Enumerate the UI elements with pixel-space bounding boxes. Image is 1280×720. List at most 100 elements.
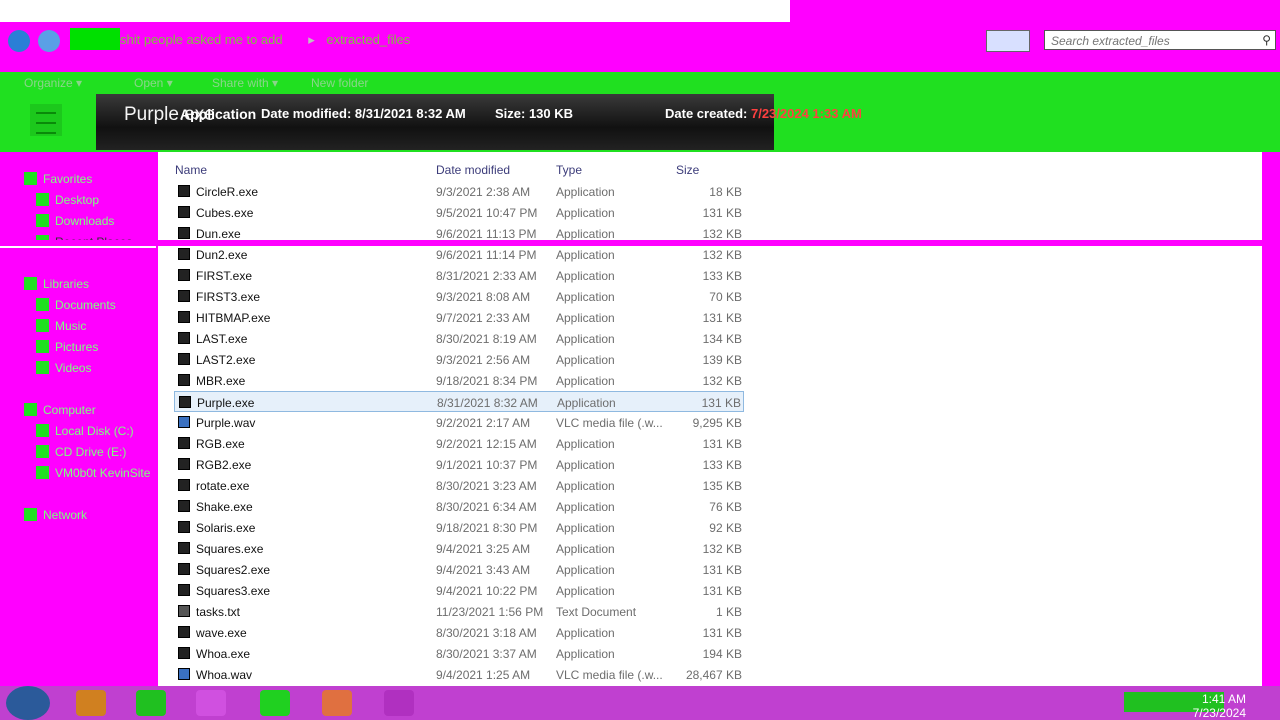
tooltip-date-modified: Date modified: 8/31/2021 8:32 AM <box>261 106 466 121</box>
sidebar-item-local-disk[interactable]: Local Disk (C:) <box>36 424 134 442</box>
file-size: 70 KB <box>709 290 742 304</box>
file-type: Application <box>556 563 615 577</box>
tooltip-type: Application <box>180 106 257 122</box>
table-row[interactable]: RGB.exe 9/2/2021 12:15 AM Application 131 K… <box>174 433 744 454</box>
file-date-modified: 9/4/2021 3:25 AM <box>436 542 531 556</box>
sidebar-item-videos[interactable]: Videos <box>36 361 91 379</box>
file-date-modified: 8/31/2021 2:33 AM <box>436 269 537 283</box>
tooltip-date-created-value: 7/23/2024 1:33 AM <box>750 106 862 121</box>
column-header-type[interactable]: Type <box>556 163 582 177</box>
table-row[interactable]: Solaris.exe 9/18/2021 8:30 PM Application 9… <box>174 517 744 538</box>
application-icon <box>178 353 190 365</box>
file-name: HITBMAP.exe <box>196 311 271 325</box>
refresh-button[interactable] <box>986 30 1030 52</box>
file-size: 134 KB <box>702 332 742 346</box>
sidebar-item-documents[interactable]: Documents <box>36 298 116 316</box>
sidebar-item-network[interactable]: Network <box>24 508 87 526</box>
pictures-icon <box>36 340 49 353</box>
sidebar-item-cd-drive[interactable]: CD Drive (E:) <box>36 445 126 463</box>
table-row[interactable]: MBR.exe 9/18/2021 8:34 PM Application 132 K… <box>174 370 744 391</box>
sidebar-item-music[interactable]: Music <box>36 319 86 337</box>
new-folder-button[interactable]: New folder <box>311 76 368 90</box>
table-row[interactable]: tasks.txt 11/23/2021 1:56 PM Text Document… <box>174 601 744 622</box>
search-box[interactable]: ⚲ <box>1044 30 1276 50</box>
table-row[interactable]: Dun2.exe 9/6/2021 11:14 PM Application 132 … <box>174 244 744 265</box>
table-row[interactable]: Squares.exe 9/4/2021 3:25 AM Application 13… <box>174 538 744 559</box>
table-row[interactable]: Cubes.exe 9/5/2021 10:47 PM Application 131… <box>174 202 744 223</box>
file-date-modified: 9/1/2021 10:37 PM <box>436 458 538 472</box>
sidebar-item-desktop[interactable]: Desktop <box>36 193 99 211</box>
media-file-icon <box>178 668 190 680</box>
file-name: Whoa.wav <box>196 668 253 682</box>
table-row[interactable]: Whoa.exe 8/30/2021 3:37 AM Application 194 … <box>174 643 744 664</box>
table-row[interactable]: Squares3.exe 9/4/2021 10:22 PM Application… <box>174 580 744 601</box>
clock[interactable]: 1:41 AM 7/23/2024 <box>1193 692 1246 720</box>
sidebar-item-libraries[interactable]: Libraries <box>24 277 89 295</box>
clock-date: 7/23/2024 <box>1192 706 1246 720</box>
file-name: LAST.exe <box>196 332 248 346</box>
forward-button[interactable] <box>38 30 60 52</box>
breadcrumb[interactable]: shit people asked me to add ▸ extracted_… <box>120 32 432 50</box>
file-type: Application <box>556 626 615 640</box>
table-row[interactable]: rotate.exe 8/30/2021 3:23 AM Application 13… <box>174 475 744 496</box>
back-button[interactable] <box>8 30 30 52</box>
table-row[interactable]: RGB2.exe 9/1/2021 10:37 PM Application 133 … <box>174 454 744 475</box>
table-row[interactable]: FIRST3.exe 9/3/2021 8:08 AM Application 70 … <box>174 286 744 307</box>
file-name: LAST2.exe <box>196 353 256 367</box>
breadcrumb-separator-icon: ▸ <box>308 32 315 47</box>
table-row[interactable]: Whoa.wav 9/4/2021 1:25 AM VLC media file (… <box>174 664 744 685</box>
taskbar-media-player-icon[interactable] <box>196 690 226 716</box>
breadcrumb-item-parent[interactable]: shit people asked me to add <box>120 32 283 47</box>
table-row[interactable]: Purple.wav 9/2/2021 2:17 AM VLC media file… <box>174 412 744 433</box>
sidebar-item-downloads[interactable]: Downloads <box>36 214 114 232</box>
taskbar-explorer-icon[interactable] <box>136 690 166 716</box>
sidebar-item-network-share[interactable]: VM0b0t KevinSite <box>36 466 150 484</box>
taskbar-app-icon[interactable] <box>384 690 414 716</box>
table-row[interactable]: HITBMAP.exe 9/7/2021 2:33 AM Application 13… <box>174 307 744 328</box>
file-name: Dun2.exe <box>196 248 248 262</box>
start-button[interactable] <box>6 686 50 720</box>
taskbar-search-icon[interactable] <box>76 690 106 716</box>
sidebar-item-computer[interactable]: Computer <box>24 403 96 421</box>
view-options-icon[interactable] <box>30 104 62 136</box>
application-icon <box>178 374 190 386</box>
share-with-button[interactable]: Share with ▾ <box>212 76 278 90</box>
column-header-name[interactable]: Name <box>175 163 207 177</box>
glitch-band <box>0 240 1262 246</box>
taskbar <box>0 686 1280 720</box>
table-row[interactable]: LAST.exe 8/30/2021 8:19 AM Application 134 … <box>174 328 744 349</box>
table-row[interactable]: CircleR.exe 9/3/2021 2:38 AM Application 18… <box>174 181 744 202</box>
table-row[interactable]: wave.exe 8/30/2021 3:18 AM Application 131 … <box>174 622 744 643</box>
column-header-size[interactable]: Size <box>676 163 699 177</box>
recent-pages-dropdown[interactable] <box>70 28 120 50</box>
table-row[interactable]: Squares2.exe 9/4/2021 3:43 AM Application 1… <box>174 559 744 580</box>
application-icon <box>178 227 190 239</box>
file-type: Application <box>557 396 616 410</box>
application-icon <box>178 290 190 302</box>
file-name: RGB2.exe <box>196 458 252 472</box>
file-size: 131 KB <box>702 584 742 598</box>
breadcrumb-item-current[interactable]: extracted_files <box>326 32 410 47</box>
taskbar-firefox-icon[interactable] <box>322 690 352 716</box>
sidebar-item-label: Local Disk (C:) <box>55 424 134 438</box>
table-row[interactable]: Purple.exe 8/31/2021 8:32 AM Application 13… <box>174 391 744 412</box>
organize-button[interactable]: Organize ▾ <box>24 76 82 90</box>
libraries-icon <box>24 277 37 290</box>
file-type: Application <box>556 647 615 661</box>
sidebar-item-favorites[interactable]: Favorites <box>24 172 92 190</box>
file-name: FIRST.exe <box>196 269 253 283</box>
file-size: 131 KB <box>701 396 741 410</box>
documents-icon <box>36 298 49 311</box>
sidebar-item-pictures[interactable]: Pictures <box>36 340 98 358</box>
open-button[interactable]: Open ▾ <box>134 76 173 90</box>
table-row[interactable]: LAST2.exe 9/3/2021 2:56 AM Application 139 … <box>174 349 744 370</box>
table-row[interactable]: FIRST.exe 8/31/2021 2:33 AM Application 133… <box>174 265 744 286</box>
search-input[interactable] <box>1049 32 1253 50</box>
file-date-modified: 9/4/2021 3:43 AM <box>436 563 531 577</box>
table-row[interactable]: Shake.exe 8/30/2021 6:34 AM Application 76 … <box>174 496 744 517</box>
column-header-date-modified[interactable]: Date modified <box>436 163 510 177</box>
file-name: Whoa.exe <box>196 647 251 661</box>
file-date-modified: 8/30/2021 3:37 AM <box>436 647 537 661</box>
file-size: 131 KB <box>702 626 742 640</box>
taskbar-chrome-icon[interactable] <box>260 690 290 716</box>
